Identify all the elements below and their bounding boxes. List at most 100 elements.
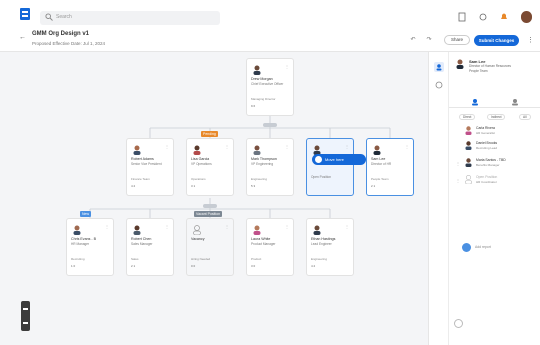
card-menu-icon[interactable]: ⋮: [345, 224, 349, 229]
person-avatar-icon: [133, 145, 141, 155]
drag-handle-icon[interactable]: ⋮: [456, 178, 460, 183]
redo-icon[interactable]: ↷: [424, 36, 434, 44]
card-counts: 3 0: [251, 264, 256, 268]
card-name: Vacancy: [191, 237, 205, 241]
filter-all[interactable]: All: [519, 114, 531, 120]
card-meta: Product: [251, 257, 262, 261]
card-meta: Engineering: [311, 257, 328, 261]
vacant-person-icon: [465, 175, 472, 184]
card-menu-icon[interactable]: ⋮: [165, 224, 169, 229]
report-name: Open Position: [476, 175, 498, 179]
side-rail: [428, 52, 448, 345]
card-menu-icon[interactable]: ⋮: [405, 144, 409, 149]
card-role: VP Engineering: [251, 162, 274, 166]
submit-changes-button[interactable]: Submit Changes: [474, 35, 519, 46]
org-card[interactable]: ⋮ Mark Thompson VP Engineering Engineeri…: [246, 138, 294, 196]
filter-direct[interactable]: Direct: [459, 114, 476, 120]
person-avatar-icon: [253, 225, 261, 235]
zoom-in-icon[interactable]: [23, 308, 28, 310]
card-menu-icon[interactable]: ⋮: [225, 144, 229, 149]
details-panel: Sam Lee Director of Human Resources Peop…: [448, 52, 540, 345]
report-list-item[interactable]: Daniel Brooks Recruiting Lead: [465, 141, 535, 153]
page-subtitle: Proposed Effective Date: Jul 1, 2024: [32, 41, 105, 46]
search-bar[interactable]: Search: [40, 11, 220, 25]
org-card[interactable]: ⋮ Robert Chen Sales Manager Sales 2 1: [126, 218, 174, 276]
card-menu-icon[interactable]: ⋮: [285, 144, 289, 149]
card-name: Chris Evans - B: [71, 237, 96, 241]
back-arrow-icon[interactable]: ←: [19, 34, 26, 41]
report-list-item[interactable]: Maria Santos - TBD Benefits Manager: [465, 158, 535, 170]
person-avatar-icon: [313, 225, 321, 235]
org-card[interactable]: ⋮ Robert Adams Senior Vice President Fin…: [126, 138, 174, 196]
card-meta: Recruiting: [71, 257, 85, 261]
org-connector-lines: [89, 111, 391, 218]
report-role: HR Coordinator: [476, 180, 497, 184]
card-counts: 5 3: [251, 184, 256, 188]
pending-tag: Pending: [201, 131, 218, 137]
history-icon[interactable]: [434, 80, 444, 90]
card-role: Senior Vice President: [131, 162, 162, 166]
page-title: GMM Org Design v1: [32, 31, 90, 37]
org-card[interactable]: ⋮ Ethan Hastings Lead Engineer Engineeri…: [306, 218, 354, 276]
more-options-icon[interactable]: ⋮: [527, 36, 534, 44]
card-menu-icon[interactable]: ⋮: [225, 224, 229, 229]
person-avatar-icon: [73, 225, 81, 235]
search-icon: [45, 13, 53, 21]
tab-reports-icon[interactable]: [471, 98, 479, 106]
tab-team-icon[interactable]: [511, 98, 519, 106]
person-details-icon[interactable]: [434, 62, 444, 72]
zoom-out-icon[interactable]: [23, 322, 28, 324]
card-role: Product Manager: [251, 242, 276, 246]
panel-person-role: Director of Human Resources: [469, 64, 511, 68]
share-button[interactable]: Share: [444, 35, 470, 45]
person-avatar-icon: [253, 65, 261, 75]
card-name: Laura White: [251, 237, 271, 241]
selected-person-avatar: [456, 59, 464, 69]
app-logo-icon[interactable]: [20, 8, 30, 20]
card-menu-icon[interactable]: ⋮: [285, 64, 289, 69]
card-name: Robert Chen: [131, 237, 152, 241]
card-role: Sales Manager: [131, 242, 153, 246]
org-card-vacant[interactable]: ⋮ Vacancy Hiring Needed 0 0: [186, 218, 234, 276]
zoom-control[interactable]: [21, 301, 30, 331]
search-input[interactable]: Search: [56, 14, 72, 20]
card-name: Lisa Garcia: [191, 157, 210, 161]
card-role: VP Operations: [191, 162, 212, 166]
report-list-item[interactable]: Carla Rivera HR Generalist: [465, 126, 535, 138]
drag-drop-pill[interactable]: Move here: [312, 154, 366, 165]
new-tag: New: [80, 211, 92, 217]
org-card[interactable]: ⋮ Lisa Garcia VP Operations Operations 3…: [186, 138, 234, 196]
undo-icon[interactable]: ↶: [408, 36, 418, 44]
card-menu-icon[interactable]: ⋮: [105, 224, 109, 229]
bookmark-icon[interactable]: [457, 12, 467, 22]
report-list-item-vacant[interactable]: Open Position HR Coordinator: [465, 175, 535, 187]
person-avatar-icon: [465, 158, 472, 167]
card-name: Mark Thompson: [251, 157, 277, 161]
card-menu-icon[interactable]: ⋮: [345, 144, 349, 149]
org-card-ceo[interactable]: ⋮ Drew Morgan Chief Executive Officer Ma…: [246, 58, 294, 116]
card-counts: 2 1: [371, 184, 376, 188]
settings-icon[interactable]: [454, 319, 463, 328]
card-name: Ethan Hastings: [311, 237, 336, 241]
notification-bell-icon[interactable]: [499, 12, 509, 22]
org-card-selected[interactable]: ⋮ Sam Lee Director of HR People Team 2 1: [366, 138, 414, 196]
card-meta: Sales: [131, 257, 139, 261]
card-menu-icon[interactable]: ⋮: [285, 224, 289, 229]
apps-icon[interactable]: [478, 12, 488, 22]
card-menu-icon[interactable]: ⋮: [165, 144, 169, 149]
drag-handle-icon[interactable]: ⋮: [456, 161, 460, 166]
card-counts: 4 2: [131, 184, 136, 188]
person-avatar-icon: [465, 141, 472, 150]
filter-indirect[interactable]: Indirect: [487, 114, 506, 120]
card-meta: People Team: [371, 177, 389, 181]
card-meta: Hiring Needed: [191, 257, 211, 261]
org-card[interactable]: ⋮ Chris Evans - B HR Manager Recruiting …: [66, 218, 114, 276]
card-role: Chief Executive Officer: [251, 82, 284, 86]
report-name: Carla Rivera: [476, 126, 495, 130]
org-card[interactable]: ⋮ Laura White Product Manager Product 3 …: [246, 218, 294, 276]
report-name: Maria Santos - TBD: [476, 158, 506, 162]
org-chart-canvas[interactable]: ⋮ Drew Morgan Chief Executive Officer Ma…: [0, 52, 428, 345]
add-report-button[interactable]: [462, 243, 471, 252]
org-card-drop-target[interactable]: ⋮ Open Position: [306, 138, 354, 196]
user-avatar[interactable]: [521, 11, 532, 23]
